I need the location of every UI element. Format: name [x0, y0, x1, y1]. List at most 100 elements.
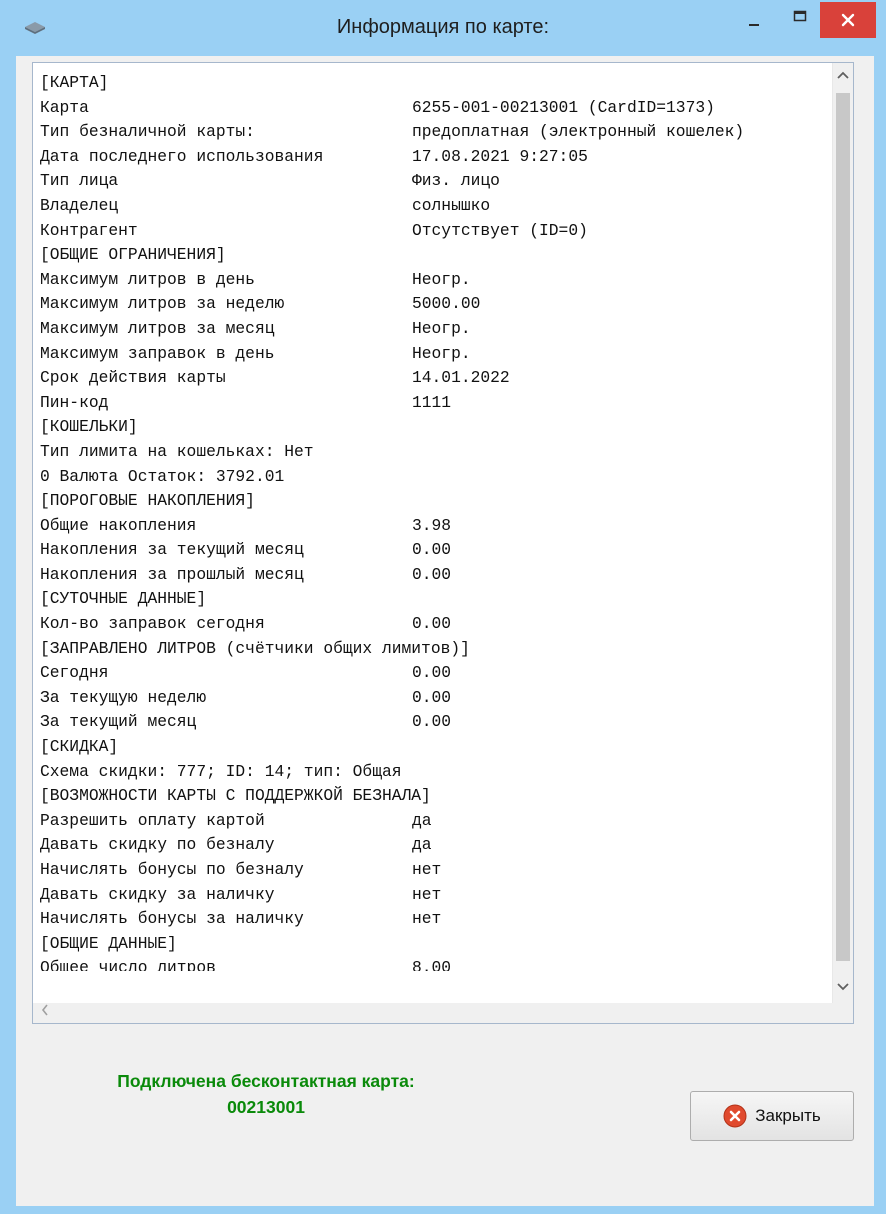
- info-value: солнышко: [412, 195, 491, 215]
- info-key: Накопления за текущий месяц: [40, 540, 304, 560]
- info-line: 0 Валюта Остаток: 3792.01: [40, 465, 840, 490]
- scroll-up-icon[interactable]: [833, 65, 853, 87]
- info-value: 3.98: [412, 515, 452, 535]
- info-value: нет: [412, 884, 442, 904]
- info-key: Дата последнего использования: [40, 146, 324, 166]
- close-window-button[interactable]: [820, 2, 876, 38]
- info-line: Схема скидки: 777; ID: 14; тип: Общая: [40, 760, 840, 785]
- info-line: Накопления за текущий месяц 0.00: [40, 538, 840, 563]
- card-info-window: Информация по карте: [КАРТА] Карта 6255-00…: [0, 0, 886, 1214]
- info-key: Срок действия карты: [40, 368, 226, 388]
- info-value: 17.08.2021 9:27:05: [412, 146, 588, 166]
- info-key: За текущую неделю: [40, 687, 207, 707]
- info-value: 8.00: [412, 958, 452, 971]
- close-button[interactable]: Закрыть: [690, 1091, 854, 1141]
- close-circle-icon: [723, 1104, 747, 1128]
- minimize-button[interactable]: [732, 0, 776, 38]
- info-key: [ЗАПРАВЛЕНО ЛИТРОВ (счётчики общих лимит…: [40, 638, 470, 658]
- info-key: [КОШЕЛЬКИ]: [40, 417, 138, 437]
- info-value: Физ. лицо: [412, 171, 500, 191]
- close-button-label: Закрыть: [755, 1106, 821, 1125]
- info-value: 6255-001-00213001 (CardID=1373): [412, 97, 715, 117]
- contactless-card-status: Подключена бесконтактная карта: 00213001: [56, 1068, 476, 1120]
- info-value: 14.01.2022: [412, 368, 510, 388]
- info-key: Тип безналичной карты:: [40, 122, 255, 142]
- info-key: Владелец: [40, 195, 119, 215]
- info-line: Давать скидку за наличку нет: [40, 883, 840, 908]
- info-key: Максимум литров в день: [40, 269, 255, 289]
- info-line: [КАРТА]: [40, 71, 840, 96]
- vertical-scroll-thumb[interactable]: [836, 93, 850, 961]
- info-key: Пин-код: [40, 392, 109, 412]
- info-line: Тип лица Физ. лицо: [40, 169, 840, 194]
- info-value: 1111: [412, 392, 452, 412]
- status-card-number: 00213001: [227, 1097, 305, 1117]
- info-value: 0.00: [412, 663, 452, 683]
- info-key: Общие накопления: [40, 515, 197, 535]
- info-key: Тип лица: [40, 171, 119, 191]
- info-key: Максимум заправок в день: [40, 343, 275, 363]
- vertical-scrollbar[interactable]: [832, 63, 853, 1003]
- info-line: Кол-во заправок сегодня 0.00: [40, 612, 840, 637]
- info-value: Отсутствует (ID=0): [412, 220, 588, 240]
- info-key: [ОБЩИЕ ОГРАНИЧЕНИЯ]: [40, 245, 226, 265]
- info-key: Разрешить оплату картой: [40, 810, 265, 830]
- info-key: Карта: [40, 97, 89, 117]
- horizontal-scrollbar[interactable]: [33, 1003, 853, 1023]
- info-value: 0.00: [412, 540, 452, 560]
- info-line: [ОБЩИЕ ДАННЫЕ]: [40, 932, 840, 957]
- info-value: да: [412, 810, 432, 830]
- info-value: 0.00: [412, 712, 452, 732]
- info-line: Пин-код 1111: [40, 391, 840, 416]
- info-line: Максимум литров в день Неогр.: [40, 268, 840, 293]
- info-key: Схема скидки: 777; ID: 14; тип: Общая: [40, 761, 402, 781]
- info-line: Владелец солнышко: [40, 194, 840, 219]
- info-line: Давать скидку по безналу да: [40, 833, 840, 858]
- scroll-left-icon[interactable]: [35, 1003, 55, 1023]
- info-key: [КАРТА]: [40, 73, 109, 92]
- info-value: нет: [412, 909, 442, 929]
- info-line: Максимум литров за месяц Неогр.: [40, 317, 840, 342]
- info-key: Начислять бонусы за наличку: [40, 909, 304, 929]
- card-info-lines: [КАРТА] Карта 6255-001-00213001 (CardID=13…: [40, 71, 840, 971]
- card-info-textbox[interactable]: [КАРТА] Карта 6255-001-00213001 (CardID=13…: [32, 62, 854, 1024]
- info-key: [ПОРОГОВЫЕ НАКОПЛЕНИЯ]: [40, 491, 255, 511]
- info-line: [СКИДКА]: [40, 735, 840, 760]
- info-line: Общие накопления 3.98: [40, 514, 840, 539]
- info-key: Максимум литров за неделю: [40, 294, 285, 314]
- info-value: 5000.00: [412, 294, 481, 314]
- info-line: Максимум литров за неделю 5000.00: [40, 292, 840, 317]
- info-key: [ОБЩИЕ ДАННЫЕ]: [40, 933, 177, 953]
- info-line: Контрагент Отсутствует (ID=0): [40, 219, 840, 244]
- info-key: Кол-во заправок сегодня: [40, 614, 265, 634]
- info-key: 0 Валюта Остаток: 3792.01: [40, 466, 285, 486]
- maximize-icon: [793, 10, 807, 22]
- scroll-down-icon[interactable]: [833, 977, 853, 999]
- info-line: Сегодня 0.00: [40, 661, 840, 686]
- info-key: Тип лимита на кошельках: Нет: [40, 441, 314, 461]
- info-value: Неогр.: [412, 343, 471, 363]
- info-line: [ОБЩИЕ ОГРАНИЧЕНИЯ]: [40, 243, 840, 268]
- info-value: нет: [412, 860, 442, 879]
- info-value: 0.00: [412, 614, 452, 634]
- info-key: [ВОЗМОЖНОСТИ КАРТЫ С ПОДДЕРЖКОЙ БЕЗНАЛА]: [40, 786, 431, 806]
- info-line: [КОШЕЛЬКИ]: [40, 415, 840, 440]
- close-icon: [841, 13, 855, 27]
- info-line: [СУТОЧНЫЕ ДАННЫЕ]: [40, 587, 840, 612]
- info-line: Начислять бонусы за наличку нет: [40, 907, 840, 932]
- status-line-1: Подключена бесконтактная карта:: [117, 1071, 415, 1091]
- info-key: Контрагент: [40, 220, 138, 240]
- info-line: Тип лимита на кошельках: Нет: [40, 440, 840, 465]
- scrollbar-corner: [833, 1003, 853, 1023]
- info-line: Тип безналичной карты: предоплатная (элек…: [40, 120, 840, 145]
- info-line: Срок действия карты 14.01.2022: [40, 366, 840, 391]
- info-value: да: [412, 835, 432, 855]
- info-key: Давать скидку за наличку: [40, 884, 275, 904]
- maximize-button[interactable]: [778, 0, 822, 38]
- info-key: Максимум литров за месяц: [40, 318, 275, 338]
- info-key: Сегодня: [40, 663, 109, 683]
- title-bar[interactable]: Информация по карте:: [0, 0, 886, 58]
- info-line: Разрешить оплату картой да: [40, 809, 840, 834]
- info-key: Накопления за прошлый месяц: [40, 564, 304, 584]
- info-key: [СУТОЧНЫЕ ДАННЫЕ]: [40, 589, 207, 609]
